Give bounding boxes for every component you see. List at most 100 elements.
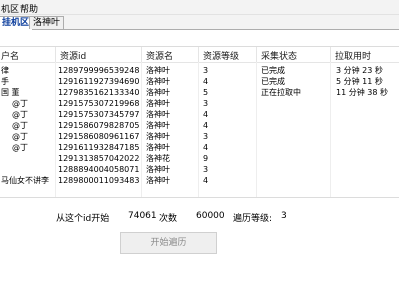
menu-bar: 机区 帮助 <box>0 0 399 15</box>
table-row[interactable]: 马仙女不讲李 128980001109348352 洛神叶 4 <box>0 175 399 186</box>
resource-table[interactable]: 户名 资源id 资源名 资源等级 采集状态 拉取用时 律 12897999965… <box>0 46 399 198</box>
cell-resource-id: 129161192739469072 <box>58 77 140 86</box>
cell-fetch-time: 5 分钟 11 秒 <box>336 77 383 86</box>
cell-fetch-time: 11 分钟 38 秒 <box>336 88 388 97</box>
table-row[interactable]: @丁 129158607982870528 洛神叶 4 <box>0 120 399 131</box>
cell-resource-id: 127983516213334016 <box>58 88 140 97</box>
table-row[interactable]: 手 129161192739469072 洛神叶 4 已完成 5 分钟 11 秒 <box>0 76 399 87</box>
cell-collect-status <box>261 164 329 175</box>
cell-collect-status: 已完成 <box>261 77 285 86</box>
cell-fetch-time <box>336 164 398 175</box>
cell-account: @丁 <box>12 132 28 141</box>
cell-fetch-time <box>336 175 398 186</box>
cell-collect-status <box>261 175 329 186</box>
level-label: 遍历等级: <box>233 214 273 224</box>
header-divider[interactable] <box>330 47 331 62</box>
table-row[interactable]: @丁 129157530721996800 洛神叶 3 <box>0 98 399 109</box>
cell-collect-status <box>261 120 329 131</box>
tab-bar: 挂机区 洛神叶 <box>0 15 399 30</box>
cell-fetch-time <box>336 109 398 120</box>
cell-account: 律 <box>1 66 9 75</box>
cell-resource-name: 洛神叶 <box>146 165 170 174</box>
cell-resource-name: 洛神叶 <box>146 121 170 130</box>
cell-resource-level: 3 <box>203 165 209 174</box>
menu-item-area[interactable]: 机区 <box>1 2 19 15</box>
cell-resource-level: 4 <box>203 110 209 119</box>
cell-collect-status <box>261 131 329 142</box>
cell-resource-id: 128979999653924864 <box>58 66 140 75</box>
cell-account: @丁 <box>12 99 28 108</box>
cell-resource-level: 3 <box>203 99 209 108</box>
cell-account: 国 董 <box>1 88 20 97</box>
cell-resource-name: 洛神叶 <box>146 143 170 152</box>
cell-account: @丁 <box>12 110 28 119</box>
table-row[interactable]: @丁 129157530734579712 洛神叶 4 <box>0 109 399 120</box>
cell-resource-level: 3 <box>203 132 209 141</box>
cell-resource-name: 洛神叶 <box>146 66 170 75</box>
cell-resource-name: 洛神叶 <box>146 77 170 86</box>
header-account[interactable]: 户名 <box>1 49 19 62</box>
cell-resource-id: 129131385704202240 <box>58 154 140 163</box>
header-resource-level[interactable]: 资源等级 <box>203 49 239 62</box>
cell-fetch-time <box>336 98 398 109</box>
header-divider[interactable] <box>141 47 142 62</box>
cell-collect-status <box>261 109 329 120</box>
cell-account: 手 <box>1 77 9 86</box>
cell-collect-status <box>261 98 329 109</box>
cell-resource-name: 洛神花 <box>146 154 170 163</box>
cell-resource-id: 128889400405807104 <box>58 165 140 174</box>
table-row[interactable]: 128889400405807104 洛神叶 3 <box>0 164 399 175</box>
cell-resource-name: 洛神叶 <box>146 88 170 97</box>
header-divider[interactable] <box>256 47 257 62</box>
cell-resource-id: 128980001109348352 <box>58 176 140 185</box>
cell-collect-status: 已完成 <box>261 66 285 75</box>
cell-fetch-time: 3 分钟 23 秒 <box>336 66 383 75</box>
cell-resource-name: 洛神叶 <box>146 176 170 185</box>
cell-resource-id: 129157530721996800 <box>58 99 140 108</box>
start-id-label: 从这个id开始 <box>56 214 110 224</box>
cell-resource-level: 9 <box>203 154 209 163</box>
table-row[interactable]: @丁 129161193284718592 洛神叶 4 <box>0 142 399 153</box>
cell-resource-level: 4 <box>203 121 209 130</box>
header-divider[interactable] <box>198 47 199 62</box>
cell-resource-name: 洛神叶 <box>146 132 170 141</box>
start-id-input[interactable]: 74061 <box>125 209 157 224</box>
cell-resource-name: 洛神叶 <box>146 110 170 119</box>
cell-resource-id: 129161193284718592 <box>58 143 140 152</box>
cell-account: @丁 <box>12 121 28 130</box>
count-input[interactable]: 60000 <box>193 209 230 224</box>
cell-resource-level: 5 <box>203 88 209 97</box>
cell-resource-level: 4 <box>203 143 209 152</box>
table-row[interactable]: 律 128979999653924864 洛神叶 3 已完成 3 分钟 23 秒 <box>0 65 399 76</box>
cell-resource-id: 129157530734579712 <box>58 110 140 119</box>
cell-collect-status <box>261 153 329 164</box>
cell-resource-name: 洛神叶 <box>146 99 170 108</box>
tab-luoshenye[interactable]: 洛神叶 <box>29 16 65 29</box>
cell-resource-level: 4 <box>203 176 209 185</box>
table-row[interactable]: @丁 129158608096116736 洛神叶 3 <box>0 131 399 142</box>
header-resource-name[interactable]: 资源名 <box>146 49 173 62</box>
table-row[interactable]: 国 董 127983516213334016 洛神叶 5 正在拉取中 11 分钟… <box>0 87 399 98</box>
start-traverse-button[interactable]: 开始遍历 <box>120 232 217 254</box>
cell-fetch-time <box>336 120 398 131</box>
cell-fetch-time <box>336 131 398 142</box>
cell-account <box>1 164 53 175</box>
level-input[interactable]: 3 <box>278 209 314 224</box>
header-fetch-time[interactable]: 拉取用时 <box>335 49 371 62</box>
cell-fetch-time <box>336 153 398 164</box>
cell-fetch-time <box>336 142 398 153</box>
cell-resource-id: 129158608096116736 <box>58 132 140 141</box>
cell-resource-level: 3 <box>203 66 209 75</box>
cell-account: @丁 <box>12 143 28 152</box>
header-resource-id[interactable]: 资源id <box>60 49 86 62</box>
cell-resource-id: 129158607982870528 <box>58 121 140 130</box>
header-collect-status[interactable]: 采集状态 <box>261 49 297 62</box>
cell-resource-level: 4 <box>203 77 209 86</box>
cell-collect-status <box>261 142 329 153</box>
cell-account: 马仙女不讲李 <box>1 176 49 185</box>
count-label: 次数 <box>159 214 178 224</box>
table-row[interactable]: 129131385704202240 洛神花 9 <box>0 153 399 164</box>
table-header: 户名 资源id 资源名 资源等级 采集状态 拉取用时 <box>0 47 399 63</box>
menu-item-help[interactable]: 帮助 <box>20 2 38 15</box>
header-divider[interactable] <box>55 47 56 62</box>
